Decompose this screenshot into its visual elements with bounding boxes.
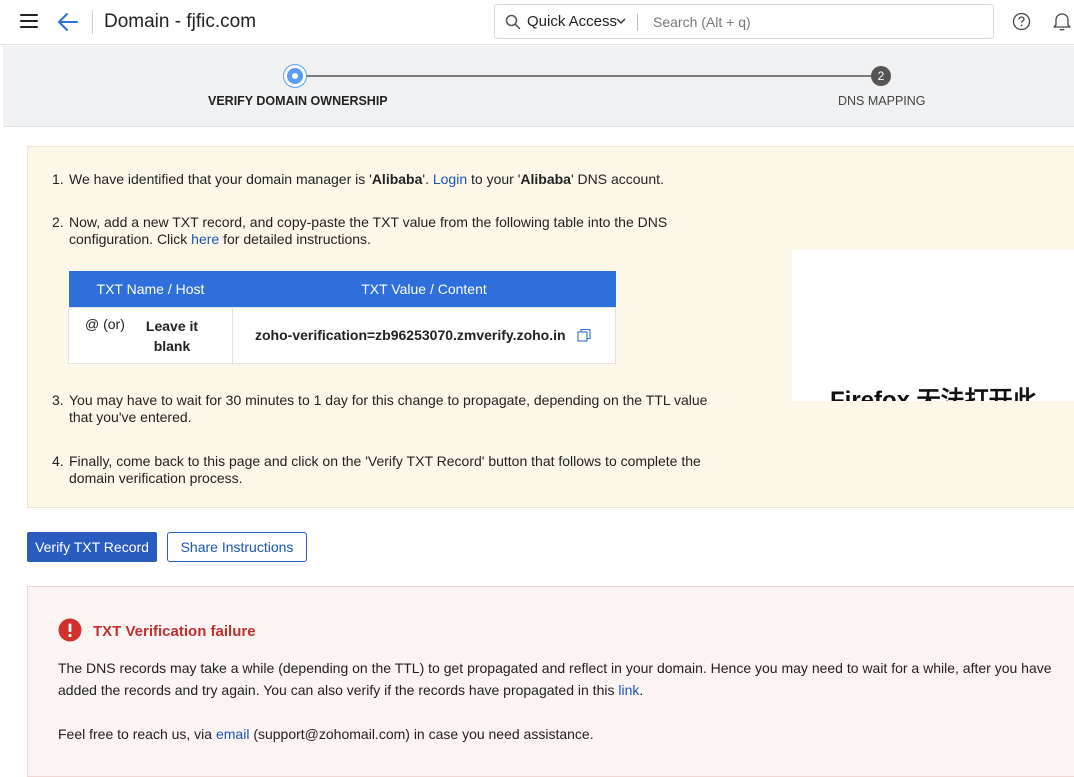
step-number: 4. (52, 453, 64, 469)
login-link[interactable]: Login (433, 171, 467, 187)
support-text: (support@zohomail.com) in case you need … (249, 726, 594, 742)
error-title: TXT Verification failure (93, 623, 256, 640)
step-text: You may have to wait for 30 minutes to 1… (69, 392, 708, 425)
search-divider (637, 14, 638, 31)
top-bar: Domain - fjfic.com Quick Access Search (… (0, 0, 1074, 45)
search-bar[interactable]: Quick Access Search (Alt + q) (494, 4, 994, 39)
error-panel: TXT Verification failure The DNS records… (27, 586, 1074, 777)
search-icon (505, 14, 521, 30)
error-text: . (639, 682, 644, 698)
instruction-step-3: 3. You may have to wait for 30 minutes t… (52, 392, 732, 426)
step-number: 2. (52, 214, 64, 230)
chevron-down-icon[interactable] (616, 17, 626, 25)
propagation-link[interactable]: link (618, 682, 639, 698)
error-text: The DNS records may take a while (depend… (58, 660, 1052, 698)
instruction-step-4: 4. Finally, come back to this page and c… (52, 453, 732, 487)
domain-manager-name: Alibaba (371, 171, 423, 187)
txt-record-table: TXT Name / Host TXT Value / Content @ (o… (68, 271, 616, 364)
host-cell: @ (or) Leave it blank (68, 306, 233, 364)
step-2-indicator: 2 (871, 66, 891, 86)
step-1-indicator (284, 65, 306, 87)
overlay-popup: Firefox 无法打开此 (792, 250, 1074, 401)
copy-icon[interactable] (577, 328, 592, 343)
step-text: Finally, come back to this page and clic… (69, 453, 701, 486)
step-2-label: DNS MAPPING (838, 94, 926, 108)
here-link[interactable]: here (191, 231, 219, 247)
back-arrow-icon[interactable] (55, 9, 81, 35)
header-divider (92, 10, 93, 34)
step-number: 1. (52, 171, 64, 187)
support-text: Feel free to reach us, via (58, 726, 216, 742)
email-link[interactable]: email (216, 726, 249, 742)
share-instructions-button[interactable]: Share Instructions (167, 532, 307, 562)
column-header-value: TXT Value / Content (232, 271, 616, 307)
step-text: ' DNS account. (570, 171, 664, 187)
support-message: Feel free to reach us, via email (suppor… (58, 723, 1068, 745)
step-text: We have identified that your domain mana… (69, 171, 372, 187)
menu-icon[interactable] (20, 14, 38, 30)
host-value: Leave it blank (145, 318, 199, 354)
stepper-line (303, 75, 878, 77)
domain-manager-name: Alibaba (520, 171, 571, 187)
step-1-label: VERIFY DOMAIN OWNERSHIP (208, 94, 388, 108)
step-text: to your ' (467, 171, 521, 187)
instruction-step-1: 1. We have identified that your domain m… (52, 171, 664, 188)
step-text: '. (422, 171, 433, 187)
table-row: @ (or) Leave it blank zoho-verification=… (68, 306, 616, 364)
value-cell: zoho-verification=zb96253070.zmverify.zo… (232, 306, 616, 364)
search-input[interactable]: Search (Alt + q) (653, 14, 751, 30)
error-icon (58, 618, 82, 642)
quick-access-dropdown[interactable]: Quick Access (527, 13, 617, 30)
table-header-row: TXT Name / Host TXT Value / Content (68, 271, 616, 307)
step-text: for detailed instructions. (219, 231, 371, 247)
txt-value: zoho-verification=zb96253070.zmverify.zo… (255, 326, 566, 343)
verify-txt-record-button[interactable]: Verify TXT Record (27, 532, 157, 562)
error-message: The DNS records may take a while (depend… (58, 657, 1068, 701)
overlay-text: Firefox 无法打开此 (830, 387, 1037, 401)
help-icon[interactable] (1012, 12, 1031, 31)
host-prefix: @ (or) (85, 316, 125, 332)
page-title: Domain - fjfic.com (104, 11, 257, 32)
step-number: 3. (52, 392, 64, 408)
instruction-step-2: 2. Now, add a new TXT record, and copy-p… (52, 214, 692, 248)
bell-icon[interactable] (1053, 11, 1071, 31)
progress-stepper: 2 VERIFY DOMAIN OWNERSHIP DNS MAPPING (3, 46, 1074, 127)
column-header-host: TXT Name / Host (68, 271, 233, 307)
